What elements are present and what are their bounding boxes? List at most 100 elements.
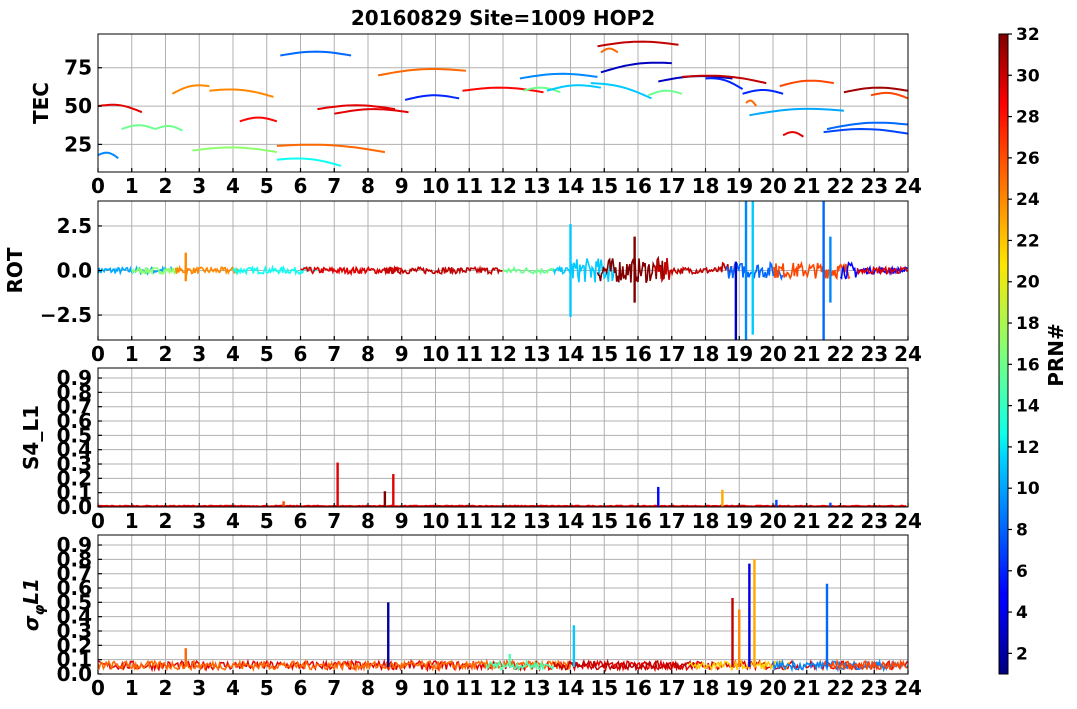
x-tick-label: 14 bbox=[557, 342, 585, 366]
x-tick-label: 3 bbox=[192, 509, 206, 533]
colorbar-tick-label: 28 bbox=[1016, 108, 1040, 128]
tec-arc bbox=[98, 151, 119, 160]
x-tick-label: 2 bbox=[159, 342, 173, 366]
x-tick-label: 3 bbox=[192, 174, 206, 198]
colorbar-tick-label: 10 bbox=[1016, 479, 1040, 499]
colorbar-gradient bbox=[998, 33, 1009, 675]
colorbar-tick-label: 24 bbox=[1016, 190, 1040, 210]
tec-arc bbox=[742, 89, 784, 95]
tec-arc bbox=[377, 68, 466, 77]
x-tick-label: 20 bbox=[759, 509, 787, 533]
colorbar-tick-label: 22 bbox=[1016, 231, 1040, 251]
x-tick-label: 20 bbox=[759, 174, 787, 198]
x-tick-label: 16 bbox=[624, 509, 652, 533]
x-tick-label: 8 bbox=[361, 509, 375, 533]
x-tick-label: 24 bbox=[894, 509, 922, 533]
x-tick-label: 10 bbox=[422, 342, 450, 366]
colorbar-label: PRN# bbox=[1044, 323, 1068, 387]
colorbar: 2468101214161820222426283032PRN# bbox=[998, 25, 1068, 675]
x-tick-label: 5 bbox=[260, 676, 274, 700]
x-tick-label: 9 bbox=[395, 509, 409, 533]
x-tick-label: 1 bbox=[125, 509, 139, 533]
sigma-trace bbox=[485, 658, 555, 672]
figure: 20160829 Site=1009 HOP2 0 1 2 3 4 5 6 7 8 9 10 11 12… bbox=[3, 6, 1068, 700]
x-tick-label: 20 bbox=[759, 676, 787, 700]
x-tick-label: 18 bbox=[692, 342, 720, 366]
y-axis-label: S4_L1 bbox=[19, 405, 43, 470]
x-tick-label: 16 bbox=[624, 174, 652, 198]
x-tick-label: 21 bbox=[793, 174, 821, 198]
colorbar-tick-label: 16 bbox=[1016, 355, 1040, 375]
tec-arc bbox=[843, 86, 908, 94]
x-tick-label: 13 bbox=[523, 174, 551, 198]
rot-trace bbox=[654, 258, 733, 284]
colorbar-tick-label: 26 bbox=[1016, 149, 1040, 169]
y-tick-label: 0.0 bbox=[57, 259, 92, 283]
panel-rot: 0 1 2 3 4 5 6 7 8 9 10 11 12 13 14 15 16 17 18 19 20 21 22 23 24… bbox=[3, 200, 922, 366]
x-tick-label: 24 bbox=[894, 676, 922, 700]
gridlines bbox=[97, 368, 909, 508]
x-tick-label: 9 bbox=[395, 676, 409, 700]
x-tick-label: 0 bbox=[91, 676, 105, 700]
data-layer bbox=[98, 462, 907, 507]
x-tick-label: 24 bbox=[894, 342, 922, 366]
gridlines bbox=[97, 34, 909, 172]
colorbar-tick-label: 4 bbox=[1016, 603, 1028, 623]
x-tick-label: 19 bbox=[725, 676, 753, 700]
x-tick-label: 6 bbox=[294, 676, 308, 700]
x-tick-label: 19 bbox=[725, 509, 753, 533]
x-tick-label: 14 bbox=[557, 676, 585, 700]
x-tick-label: 17 bbox=[658, 342, 686, 366]
x-tick-label: 2 bbox=[159, 174, 173, 198]
tec-arc bbox=[209, 88, 274, 98]
tec-arc bbox=[600, 47, 619, 54]
x-tick-label: 7 bbox=[327, 174, 341, 198]
s4-baseline bbox=[98, 504, 907, 507]
x-tick-label: 22 bbox=[827, 676, 855, 700]
x-tick-label: 21 bbox=[793, 342, 821, 366]
x-tick-label: 3 bbox=[192, 676, 206, 700]
x-tick-label: 8 bbox=[361, 342, 375, 366]
tec-arc bbox=[239, 116, 278, 123]
tec-arc bbox=[823, 127, 908, 135]
ticks: 0 1 2 3 4 5 6 7 8 9 10 11 12 13 14 15 16 17 18 19 20 21 22 23 24… bbox=[64, 56, 922, 198]
x-tick-label: 5 bbox=[260, 174, 274, 198]
x-tick-label: 10 bbox=[422, 174, 450, 198]
x-tick-label: 6 bbox=[294, 174, 308, 198]
x-tick-label: 3 bbox=[192, 342, 206, 366]
tec-arc bbox=[121, 124, 156, 131]
y-tick-label: 2.5 bbox=[57, 214, 92, 238]
x-tick-label: 5 bbox=[260, 509, 274, 533]
colorbar-tick-label: 2 bbox=[1016, 644, 1028, 664]
tec-arc bbox=[276, 157, 342, 167]
ticks: 0 1 2 3 4 5 6 7 8 9 10 11 12 13 14 15 16 17 18 19 20 21 22 23 24… bbox=[40, 214, 922, 366]
y-tick-label: 0.9 bbox=[57, 366, 92, 390]
sigma-trace bbox=[822, 658, 908, 672]
x-tick-label: 7 bbox=[327, 509, 341, 533]
x-tick-label: 0 bbox=[91, 174, 105, 198]
tec-arc bbox=[745, 99, 757, 107]
x-tick-label: 18 bbox=[692, 509, 720, 533]
x-tick-label: 11 bbox=[455, 174, 483, 198]
x-tick-label: 12 bbox=[489, 509, 517, 533]
x-tick-label: 11 bbox=[455, 676, 483, 700]
x-tick-label: 20 bbox=[759, 342, 787, 366]
x-tick-label: 18 bbox=[692, 676, 720, 700]
y-tick-label: 75 bbox=[64, 56, 92, 80]
y-axis-label: σφL1 bbox=[19, 578, 48, 631]
x-tick-label: 0 bbox=[91, 509, 105, 533]
x-tick-label: 24 bbox=[894, 174, 922, 198]
tec-arc bbox=[647, 89, 683, 97]
panel-sigma: 0 1 2 3 4 5 6 7 8 9 10 11 12 13 14 15 16 17 18 19 20 21 22 23 24… bbox=[19, 533, 922, 700]
x-tick-label: 9 bbox=[395, 342, 409, 366]
tec-arc bbox=[705, 77, 744, 91]
y-axis-label: TEC bbox=[29, 82, 53, 124]
gridlines bbox=[97, 535, 909, 675]
x-tick-label: 22 bbox=[827, 509, 855, 533]
x-tick-label: 19 bbox=[725, 342, 753, 366]
x-tick-label: 11 bbox=[455, 342, 483, 366]
tec-arc bbox=[171, 84, 210, 95]
x-tick-label: 4 bbox=[226, 174, 240, 198]
y-axis-label: ROT bbox=[3, 247, 27, 293]
chart-title: 20160829 Site=1009 HOP2 bbox=[351, 6, 655, 30]
